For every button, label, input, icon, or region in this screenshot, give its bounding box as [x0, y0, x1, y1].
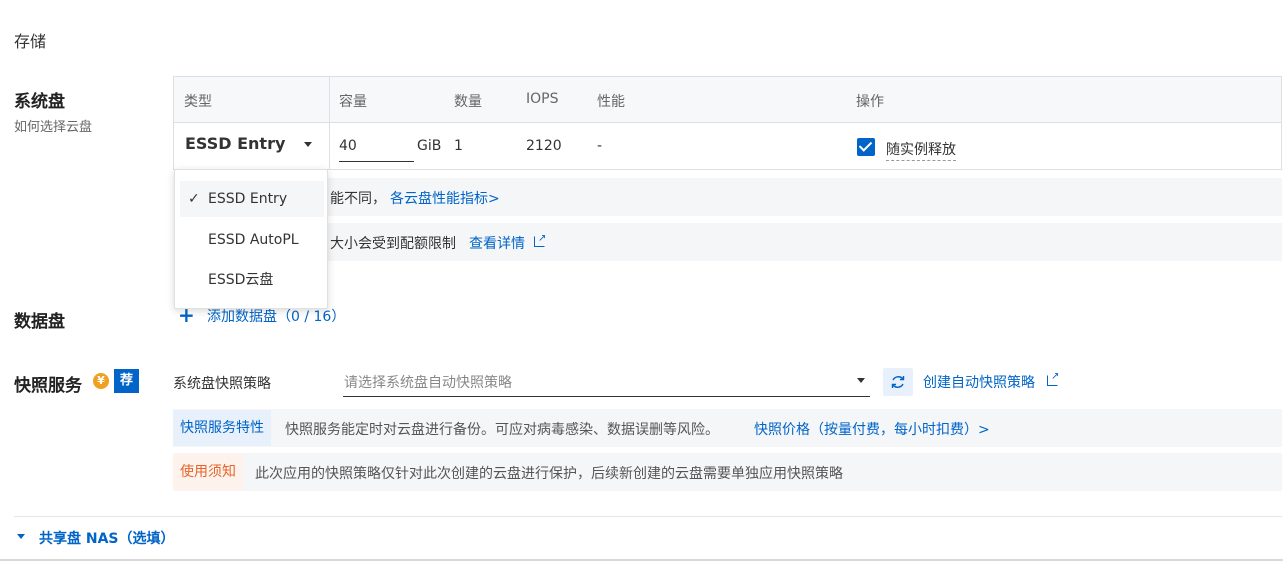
- disk-type-select[interactable]: ESSD Entry: [184, 134, 319, 158]
- disk-performance-info: 能不同， 各云盘性能指标>: [174, 178, 1282, 216]
- header-capacity: 容量: [339, 94, 367, 110]
- usage-notice-tag: 使用须知: [173, 454, 243, 490]
- dropdown-option-essd-entry[interactable]: ✓ ESSD Entry: [180, 181, 324, 217]
- snapshot-price-link[interactable]: 快照价格（按量付费，每小时扣费）>: [754, 419, 990, 439]
- external-link-arrow-icon: ↗: [1051, 371, 1060, 382]
- disk-quota-text: 大小会受到配额限制: [330, 236, 456, 252]
- shared-nas-label: 共享盘 NAS（选填）: [39, 531, 175, 547]
- how-to-choose-disk-link[interactable]: 如何选择云盘: [14, 116, 92, 135]
- capacity-input[interactable]: 40: [339, 136, 414, 162]
- snapshot-features-tag: 快照服务特性: [173, 410, 271, 446]
- snapshot-policy-placeholder: 请选择系统盘自动快照策略: [344, 375, 512, 391]
- data-disk-title: 数据盘: [14, 312, 65, 332]
- performance-value: -: [597, 138, 603, 154]
- caret-down-icon: [17, 534, 25, 539]
- yen-icon: ¥: [93, 373, 109, 389]
- external-link-arrow-icon: ↗: [538, 233, 547, 244]
- snapshot-policy-select[interactable]: 请选择系统盘自动快照策略: [343, 368, 870, 397]
- header-type: 类型: [184, 94, 212, 110]
- option-label: ESSD Entry: [208, 191, 288, 207]
- header-actions: 操作: [856, 94, 884, 110]
- disk-quota-info: 大小会受到配额限制 查看详情 ↗: [174, 223, 1282, 261]
- option-label: ESSD云盘: [208, 272, 274, 288]
- release-with-instance-checkbox[interactable]: [857, 138, 875, 156]
- disk-quota-details-link[interactable]: 查看详情: [469, 233, 525, 253]
- snapshot-policy-label: 系统盘快照策略: [173, 376, 271, 392]
- snapshot-service-title: 快照服务: [14, 376, 82, 396]
- iops-value: 2120: [526, 138, 562, 154]
- header-iops: IOPS: [526, 91, 559, 107]
- add-data-disk-button[interactable]: 添加数据盘（0 / 16）: [207, 306, 345, 326]
- release-with-instance-label[interactable]: 随实例释放: [886, 139, 956, 161]
- chevron-down-icon: [304, 142, 312, 147]
- section-divider: [14, 516, 1282, 517]
- refresh-icon: [891, 376, 905, 388]
- snapshot-notice-bar: 使用须知 此次应用的快照策略仅针对此次创建的云盘进行保护，后续新创建的云盘需要单…: [173, 453, 1282, 491]
- header-quantity: 数量: [454, 94, 482, 110]
- storage-section-label: 存储: [14, 32, 47, 51]
- column-divider: [329, 77, 330, 169]
- check-icon: ✓: [188, 191, 200, 207]
- refresh-button[interactable]: [883, 368, 913, 396]
- dropdown-option-essd-cloud[interactable]: ESSD云盘: [180, 262, 324, 298]
- disk-type-value: ESSD Entry: [185, 134, 286, 153]
- capacity-value: 40: [339, 138, 357, 154]
- snapshot-features-text: 快照服务能定时对云盘进行备份。可应对病毒感染、数据误删等风险。: [285, 422, 719, 438]
- snapshot-features-bar: 快照服务特性 快照服务能定时对云盘进行备份。可应对病毒感染、数据误删等风险。 快…: [173, 409, 1282, 447]
- table-header: 类型 容量 数量 IOPS 性能 操作: [174, 77, 1281, 123]
- capacity-unit: GiB: [417, 138, 442, 154]
- dropdown-option-essd-autopl[interactable]: ESSD AutoPL: [180, 222, 324, 258]
- system-disk-title: 系统盘: [14, 92, 65, 112]
- quantity-value: 1: [454, 138, 463, 154]
- create-snapshot-policy-link[interactable]: 创建自动快照策略: [923, 372, 1035, 392]
- chevron-down-icon: [857, 378, 865, 383]
- header-performance: 性能: [597, 94, 625, 110]
- disk-performance-link[interactable]: 各云盘性能指标>: [390, 188, 500, 208]
- disk-performance-text: 能不同，: [330, 191, 386, 207]
- option-label: ESSD AutoPL: [208, 232, 299, 248]
- recommend-badge: 荐: [114, 369, 139, 393]
- usage-notice-text: 此次应用的快照策略仅针对此次创建的云盘进行保护，后续新创建的云盘需要单独应用快照…: [255, 466, 843, 482]
- disk-type-dropdown: ✓ ESSD Entry ESSD AutoPL ESSD云盘: [174, 169, 328, 309]
- system-disk-table: 类型 容量 数量 IOPS 性能 操作 ESSD Entry 40 GiB 1 …: [173, 76, 1282, 170]
